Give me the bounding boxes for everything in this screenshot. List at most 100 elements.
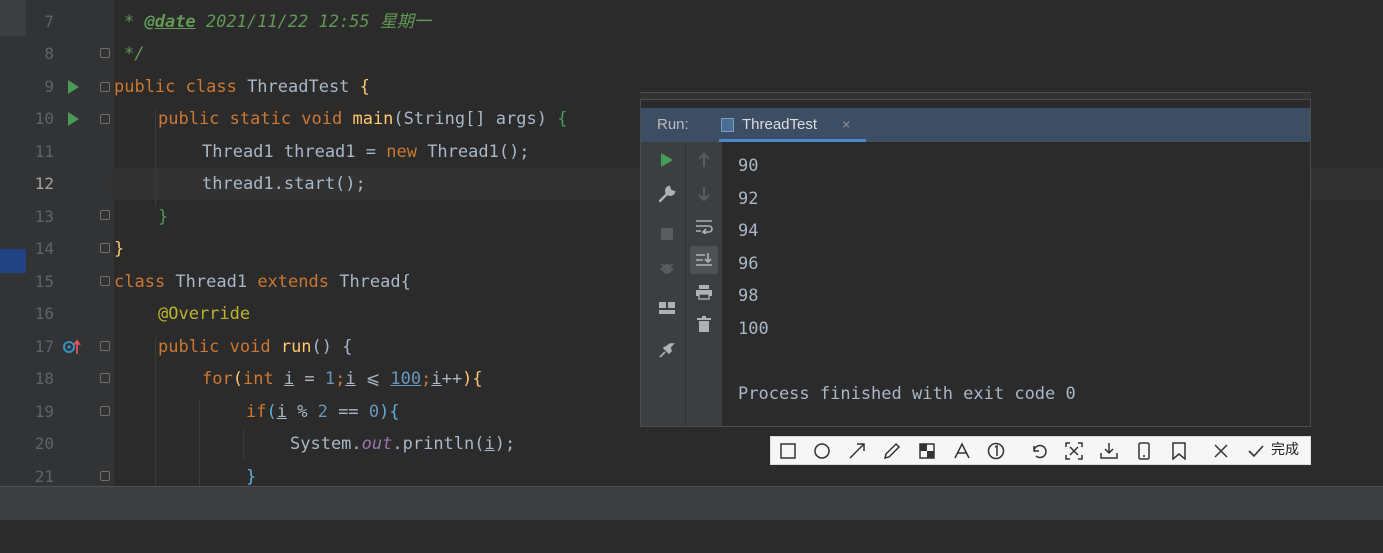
phone-icon[interactable] <box>1133 440 1155 462</box>
code-text: = <box>294 369 325 389</box>
screenshot-toolbar: 完成 <box>770 436 1311 465</box>
code-line-15: class Thread1 extends Thread{ <box>114 266 411 298</box>
fold-icon[interactable] <box>100 276 110 286</box>
tab-underline <box>719 139 866 142</box>
fold-icon[interactable] <box>100 373 110 383</box>
line-number: 10 <box>34 109 54 128</box>
paren: ( <box>232 369 243 389</box>
paren: ){ <box>379 402 400 422</box>
code-text: .println( <box>392 434 485 454</box>
fold-icon[interactable] <box>100 82 110 92</box>
fold-icon[interactable] <box>100 114 110 124</box>
keyword: public class <box>114 77 237 97</box>
up-arrow-icon[interactable] <box>692 148 716 172</box>
code-text: ++ <box>441 369 463 389</box>
code-text: Thread1(); <box>416 142 530 162</box>
output-line: 90 <box>738 156 759 176</box>
line-number: 13 <box>34 207 54 226</box>
undo-icon[interactable] <box>1028 440 1050 462</box>
print-icon[interactable] <box>692 280 716 304</box>
left-strip-marker <box>0 249 26 273</box>
stop-icon[interactable] <box>655 222 679 246</box>
loop-var: i <box>484 434 495 454</box>
keyword: new <box>386 142 417 162</box>
fold-icon[interactable] <box>100 341 110 351</box>
line-number: 16 <box>34 304 54 323</box>
method-name: run <box>270 337 312 357</box>
wrench-icon[interactable] <box>655 182 679 206</box>
fold-icon[interactable] <box>100 48 110 58</box>
method-name: main <box>342 109 394 129</box>
output-line: Process finished with exit code 0 <box>738 384 1076 405</box>
brace: } <box>246 467 257 487</box>
done-button[interactable]: 完成 <box>1271 437 1299 464</box>
code-text: == <box>327 402 369 422</box>
fold-icon[interactable] <box>100 471 110 481</box>
status-bar <box>0 520 1383 553</box>
code-text: System. <box>290 434 362 454</box>
class-name: Thread1 <box>165 272 258 292</box>
debug-icon[interactable] <box>655 256 679 280</box>
run-gutter-icon[interactable] <box>68 80 79 94</box>
indent-guide <box>199 400 200 486</box>
comment-text: */ <box>124 44 145 64</box>
brace: { <box>359 77 370 97</box>
layout-icon[interactable] <box>655 296 679 320</box>
rectangle-tool-icon[interactable] <box>777 440 799 462</box>
arrow-tool-icon[interactable] <box>846 440 868 462</box>
pen-tool-icon[interactable] <box>881 440 903 462</box>
annotation: @Override <box>158 304 251 324</box>
check-icon[interactable] <box>1245 440 1267 462</box>
keyword: public static void <box>158 109 343 129</box>
rerun-icon[interactable] <box>655 148 679 172</box>
scroll-to-end-icon[interactable] <box>690 246 718 274</box>
trash-icon[interactable] <box>692 312 716 336</box>
close-icon[interactable] <box>1210 440 1232 462</box>
line-number: 12 <box>34 174 54 193</box>
tab-threadtest[interactable]: ThreadTest × <box>719 108 866 142</box>
code-text: Thread{ <box>328 272 411 292</box>
code-line-13: } <box>158 201 168 233</box>
ocr-icon[interactable] <box>1063 440 1085 462</box>
run-toolbar-right <box>686 142 722 426</box>
number: 0 <box>368 402 380 422</box>
brace: { <box>557 109 568 129</box>
code-text: % <box>286 402 318 422</box>
run-label: Run: <box>657 116 689 133</box>
mosaic-tool-icon[interactable] <box>916 440 938 462</box>
soft-wrap-icon[interactable] <box>692 214 716 238</box>
ellipse-tool-icon[interactable] <box>811 440 833 462</box>
comment-text: * <box>124 12 145 32</box>
down-arrow-icon[interactable] <box>692 182 716 206</box>
brace: } <box>158 207 169 227</box>
fold-icon[interactable] <box>100 243 110 253</box>
keyword: int <box>242 369 274 389</box>
fold-icon[interactable] <box>100 210 110 220</box>
keyword: for <box>202 369 233 389</box>
text-tool-icon[interactable] <box>951 440 973 462</box>
loop-var: i <box>283 369 295 389</box>
keyword: extends <box>257 272 329 292</box>
bookmark-icon[interactable] <box>1168 440 1190 462</box>
number-tool-icon[interactable] <box>985 440 1007 462</box>
line-number: 19 <box>34 402 54 421</box>
code-line-20: System.out.println(i); <box>290 428 515 460</box>
override-method-icon[interactable] <box>62 338 82 356</box>
file-icon <box>721 118 734 132</box>
tab-label: ThreadTest <box>742 116 818 133</box>
brace: } <box>114 239 125 259</box>
pin-icon[interactable] <box>655 338 679 362</box>
line-number: 7 <box>44 12 54 31</box>
download-icon[interactable] <box>1098 440 1120 462</box>
run-window-header: Run: ThreadTest × <box>641 108 1310 142</box>
code-text: thread1.start(); <box>202 174 366 194</box>
output-line: 98 <box>738 286 759 307</box>
fold-icon[interactable] <box>100 406 110 416</box>
output-line: 96 <box>738 253 759 274</box>
left-strip-block <box>0 0 26 36</box>
run-gutter-icon[interactable] <box>68 112 79 126</box>
close-icon[interactable]: × <box>842 108 850 142</box>
code-text: ⩽ <box>355 369 391 389</box>
console-output[interactable]: 90 92 94 96 98 100 Process finished with exit… <box>738 150 1076 411</box>
field: out <box>361 434 393 454</box>
